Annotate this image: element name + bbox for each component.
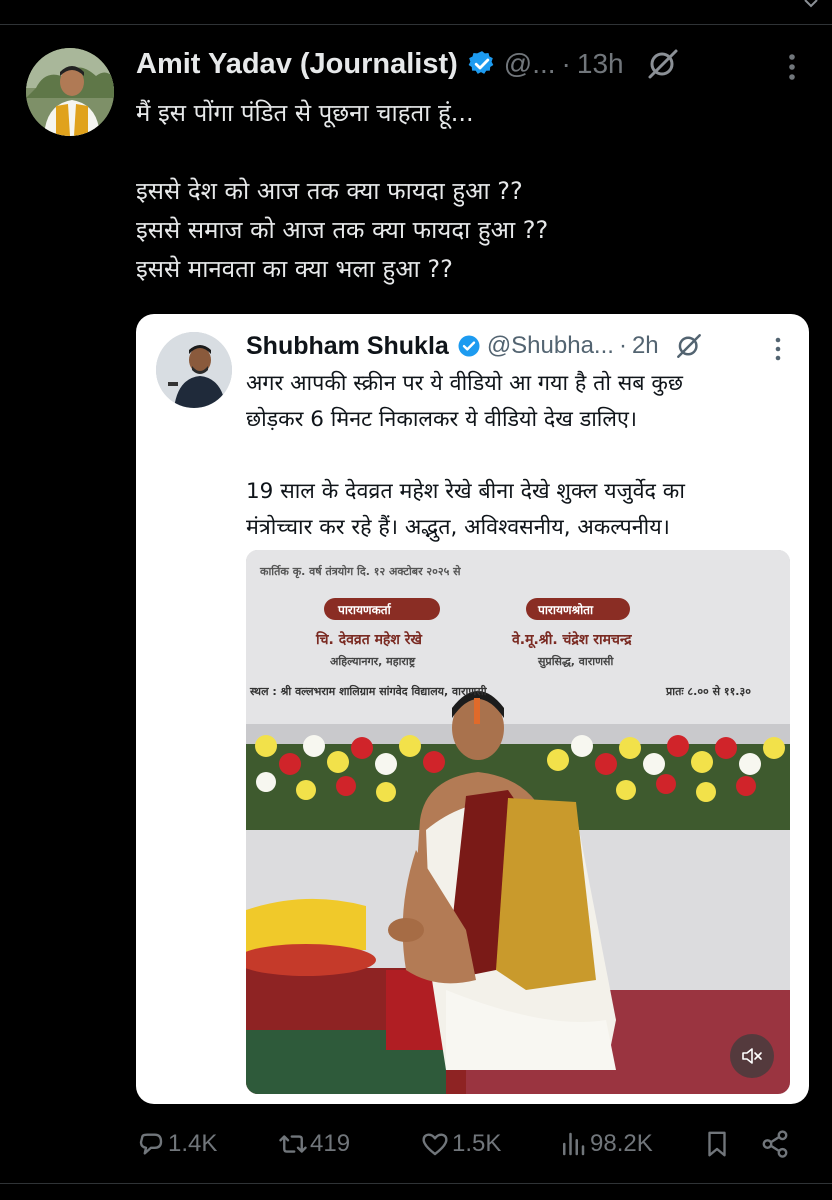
bottom-divider	[0, 1183, 832, 1184]
tweet-timestamp[interactable]: 13h	[577, 48, 624, 80]
tweet-action-bar: 1.4K 419 1.5K 98.2K	[136, 1122, 796, 1166]
quoted-tweet-card[interactable]: Shubham Shukla @Shubha... · 2h अगर आपकी …	[136, 314, 809, 1104]
quoted-header-separator: ·	[618, 332, 627, 359]
banner-header-text: कार्तिक कृ. वर्ष तंत्रयोग दि. १२ अक्टोबर…	[260, 565, 461, 578]
embedded-video[interactable]: कार्तिक कृ. वर्ष तंत्रयोग दि. १२ अक्टोबर…	[246, 550, 790, 1094]
bookmark-icon	[708, 1131, 726, 1157]
bar-chart-icon	[563, 1132, 585, 1156]
top-divider	[0, 24, 832, 25]
grok-icon[interactable]	[646, 47, 680, 81]
reply-count: 1.4K	[168, 1130, 218, 1157]
banner-left-name: चि. देवव्रत महेश रेखे	[316, 632, 422, 648]
header-separator: ·	[561, 48, 571, 79]
quoted-tweet-timestamp[interactable]: 2h	[632, 332, 659, 360]
view-count: 98.2K	[590, 1130, 653, 1157]
banner-right-label: पारायणश्रोता	[538, 603, 594, 617]
quoted-text-line: छोड़कर 6 मिनट निकालकर ये वीडियो देख डालि…	[246, 407, 637, 432]
banner-right-sub: सुप्रसिद्ध, वाराणसी	[538, 655, 614, 668]
repost-count: 419	[310, 1130, 351, 1157]
share-icon	[762, 1130, 788, 1158]
reply-bubble-icon	[139, 1133, 163, 1155]
speaker-muted-icon	[742, 1048, 762, 1064]
quoted-author-handle[interactable]: @Shubha...	[487, 332, 614, 360]
grok-icon[interactable]	[675, 332, 703, 360]
mute-toggle-button[interactable]	[730, 1034, 774, 1078]
tweet-header: Amit Yadav (Journalist) @... · 13h	[136, 44, 680, 84]
banner-right-name: वे.मू.श्री. चंद्रेश रामचन्द्र	[512, 632, 632, 648]
verified-badge-icon	[458, 335, 480, 357]
banner-left-sub: अहिल्यानगर, महाराष्ट्र	[330, 655, 416, 668]
quoted-text-line: अगर आपकी स्क्रीन पर ये वीडियो आ गया है त…	[246, 371, 684, 396]
banner-left-label: पारायणकर्ता	[338, 603, 391, 617]
quoted-author-avatar[interactable]	[156, 332, 232, 408]
more-vertical-icon[interactable]	[784, 52, 800, 82]
more-vertical-icon[interactable]	[772, 336, 784, 362]
author-name[interactable]: Amit Yadav (Journalist)	[136, 48, 458, 81]
author-avatar[interactable]	[26, 48, 114, 136]
repost-button[interactable]: 419	[278, 1122, 350, 1166]
repost-icon	[279, 1135, 307, 1153]
bookmark-button[interactable]	[702, 1122, 734, 1166]
tweet-body: मैं इस पोंगा पंडित से पूछना चाहता हूं...…	[136, 94, 796, 289]
author-handle[interactable]: @...	[504, 48, 556, 80]
quoted-author-name[interactable]: Shubham Shukla	[246, 332, 449, 361]
tweet-text-line: मैं इस पोंगा पंडित से पूछना चाहता हूं...	[136, 99, 474, 127]
quoted-text-line: 19 साल के देवव्रत महेश रेखे बीना देखे शु…	[246, 479, 685, 504]
quoted-tweet-body: अगर आपकी स्क्रीन पर ये वीडियो आ गया है त…	[246, 366, 796, 546]
reply-button[interactable]: 1.4K	[136, 1122, 217, 1166]
close-icon[interactable]	[804, 0, 818, 10]
quoted-text-line: मंत्रोच्चार कर रहे हैं। अद्भुत, अविश्वसन…	[246, 515, 670, 540]
quoted-text-line	[246, 438, 796, 474]
quoted-tweet-header: Shubham Shukla @Shubha... · 2h	[246, 328, 703, 364]
banner-venue: स्थल : श्री वल्लभराम शालिग्राम सांगवेद व…	[250, 685, 487, 698]
banner-time: प्रातः ८.०० से ११.३०	[666, 685, 751, 698]
tweet-text-line	[136, 133, 796, 172]
tweet-text-line: इससे मानवता का क्या भला हुआ ??	[136, 255, 453, 283]
views-button[interactable]: 98.2K	[558, 1122, 653, 1166]
like-button[interactable]: 1.5K	[420, 1122, 501, 1166]
heart-icon	[422, 1133, 448, 1156]
tweet-text-line: इससे देश को आज तक क्या फायदा हुआ ??	[136, 177, 523, 205]
tweet-text-line: इससे समाज को आज तक क्या फायदा हुआ ??	[136, 216, 549, 244]
verified-badge-icon	[468, 51, 494, 74]
share-button[interactable]	[760, 1122, 792, 1166]
like-count: 1.5K	[452, 1130, 502, 1157]
